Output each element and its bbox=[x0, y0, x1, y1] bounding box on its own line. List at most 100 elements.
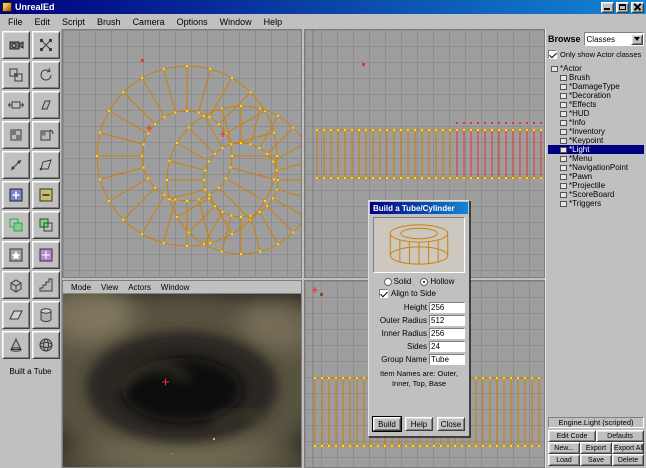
defaults-button[interactable]: Defaults bbox=[596, 430, 644, 442]
save-button[interactable]: Save bbox=[580, 454, 612, 466]
polygon-draw-button[interactable] bbox=[32, 151, 60, 179]
export-button[interactable]: Export bbox=[580, 442, 612, 454]
solid-radio[interactable] bbox=[384, 278, 392, 286]
texture-rotate-button[interactable] bbox=[32, 121, 60, 149]
sphere-primitive-button[interactable] bbox=[32, 331, 60, 359]
maximize-button[interactable] bbox=[616, 2, 629, 13]
class-item-decoration[interactable]: *Decoration bbox=[548, 91, 644, 100]
align-to-side-checkbox[interactable] bbox=[379, 289, 388, 298]
class-item-info[interactable]: *Info bbox=[548, 118, 644, 127]
class-item-damagetype[interactable]: *DamageType bbox=[548, 82, 644, 91]
menu-mode[interactable]: Mode bbox=[66, 282, 96, 293]
class-item-light[interactable]: *Light bbox=[548, 145, 644, 154]
minimize-icon bbox=[604, 8, 610, 10]
export-all-button[interactable]: Export All bbox=[612, 442, 644, 454]
build-button[interactable]: Build bbox=[373, 417, 401, 431]
menu-view[interactable]: View bbox=[96, 282, 123, 293]
add-mover-brush-button[interactable] bbox=[32, 241, 60, 269]
add-special-brush-button[interactable] bbox=[2, 241, 30, 269]
class-label: *Actor bbox=[560, 64, 582, 73]
viewport-top-2d[interactable] bbox=[62, 29, 302, 278]
vertex-edit-icon bbox=[37, 36, 55, 54]
curved-stair-primitive-button[interactable] bbox=[32, 271, 60, 299]
class-item-menu[interactable]: *Menu bbox=[548, 154, 644, 163]
close-button[interactable] bbox=[631, 2, 644, 13]
camera-move-button[interactable] bbox=[2, 31, 30, 59]
class-icon bbox=[560, 138, 567, 144]
sphere-primitive-icon bbox=[37, 336, 55, 354]
menu-brush[interactable]: Brush bbox=[91, 16, 127, 28]
height-input[interactable] bbox=[429, 302, 465, 313]
viewport-3d-render[interactable] bbox=[63, 294, 301, 467]
deintersect-brush-button[interactable] bbox=[32, 211, 60, 239]
brush-rotate-button[interactable] bbox=[32, 61, 60, 89]
new-button[interactable]: New... bbox=[548, 442, 580, 454]
load-button[interactable]: Load bbox=[548, 454, 580, 466]
menu-edit[interactable]: Edit bbox=[29, 16, 57, 28]
title-bar: UnrealEd bbox=[0, 0, 646, 14]
tube-preview bbox=[373, 217, 465, 273]
render-scene bbox=[63, 294, 301, 467]
brush-clip-button[interactable] bbox=[2, 151, 30, 179]
menu-window[interactable]: Window bbox=[156, 282, 194, 293]
class-item-brush[interactable]: Brush bbox=[548, 73, 644, 82]
combo-dropdown-button[interactable] bbox=[631, 34, 643, 45]
hollow-radio[interactable] bbox=[420, 278, 428, 286]
tool-grid bbox=[0, 29, 61, 360]
menu-file[interactable]: File bbox=[2, 16, 29, 28]
menu-actors[interactable]: Actors bbox=[123, 282, 156, 293]
minimize-button[interactable] bbox=[601, 2, 614, 13]
class-item-effects[interactable]: *Effects bbox=[548, 100, 644, 109]
add-special-brush-icon bbox=[7, 246, 25, 264]
intersect-brush-icon bbox=[7, 216, 25, 234]
solid-radio-option[interactable]: Solid bbox=[384, 277, 412, 286]
only-actor-checkbox[interactable] bbox=[548, 50, 557, 59]
add-brush-button[interactable] bbox=[2, 181, 30, 209]
outer-radius-input[interactable] bbox=[429, 315, 465, 326]
class-item-scoreboard[interactable]: *ScoreBoard bbox=[548, 190, 644, 199]
texture-pan-button[interactable] bbox=[2, 121, 30, 149]
class-icon bbox=[560, 93, 567, 99]
class-item-keypoint[interactable]: *Keypoint bbox=[548, 136, 644, 145]
cylinder-primitive-button[interactable] bbox=[32, 301, 60, 329]
brush-stretch-button[interactable] bbox=[2, 91, 30, 119]
align-to-side-option[interactable]: Align to Side bbox=[379, 289, 465, 298]
class-item-inventory[interactable]: *Inventory bbox=[548, 127, 644, 136]
only-actor-label: Only show Actor classes bbox=[560, 50, 641, 59]
brush-scale-button[interactable] bbox=[2, 61, 30, 89]
menu-options[interactable]: Options bbox=[171, 16, 214, 28]
class-item-hud[interactable]: *HUD bbox=[548, 109, 644, 118]
inner-radius-input[interactable] bbox=[429, 328, 465, 339]
class-item-pawn[interactable]: *Pawn bbox=[548, 172, 644, 181]
sides-input[interactable] bbox=[429, 341, 465, 352]
menu-window[interactable]: Window bbox=[214, 16, 258, 28]
texture-pan-icon bbox=[7, 126, 25, 144]
class-icon bbox=[560, 75, 567, 81]
class-item-projectile[interactable]: *Projectile bbox=[548, 181, 644, 190]
menu-camera[interactable]: Camera bbox=[127, 16, 171, 28]
help-button[interactable]: Help bbox=[405, 417, 433, 431]
dialog-title-bar[interactable]: Build a Tube/Cylinder bbox=[370, 202, 468, 214]
item-names-note: Item Names are: Outer, Inner, Top, Base bbox=[373, 369, 465, 389]
edit-code-button[interactable]: Edit Code bbox=[548, 430, 596, 442]
menu-script[interactable]: Script bbox=[56, 16, 91, 28]
delete-button[interactable]: Delete bbox=[612, 454, 644, 466]
class-item-navigationpoint[interactable]: *NavigationPoint bbox=[548, 163, 644, 172]
viewport-3d-menubar: ModeViewActorsWindow bbox=[63, 281, 301, 294]
cube-primitive-button[interactable] bbox=[2, 271, 30, 299]
cone-primitive-button[interactable] bbox=[2, 331, 30, 359]
group-name-input[interactable] bbox=[429, 354, 465, 365]
hollow-radio-option[interactable]: Hollow bbox=[420, 277, 454, 286]
subtract-brush-button[interactable] bbox=[32, 181, 60, 209]
browser-mode-select[interactable]: Classes bbox=[584, 32, 644, 46]
close-dialog-button[interactable]: Close bbox=[437, 417, 465, 431]
viewport-3d[interactable]: ModeViewActorsWindow bbox=[62, 280, 302, 468]
class-item-actor[interactable]: *Actor bbox=[548, 64, 644, 73]
class-icon bbox=[560, 120, 567, 126]
class-item-triggers[interactable]: *Triggers bbox=[548, 199, 644, 208]
intersect-brush-button[interactable] bbox=[2, 211, 30, 239]
vertex-edit-button[interactable] bbox=[32, 31, 60, 59]
menu-help[interactable]: Help bbox=[258, 16, 289, 28]
sheet-primitive-button[interactable] bbox=[2, 301, 30, 329]
brush-shear-button[interactable] bbox=[32, 91, 60, 119]
